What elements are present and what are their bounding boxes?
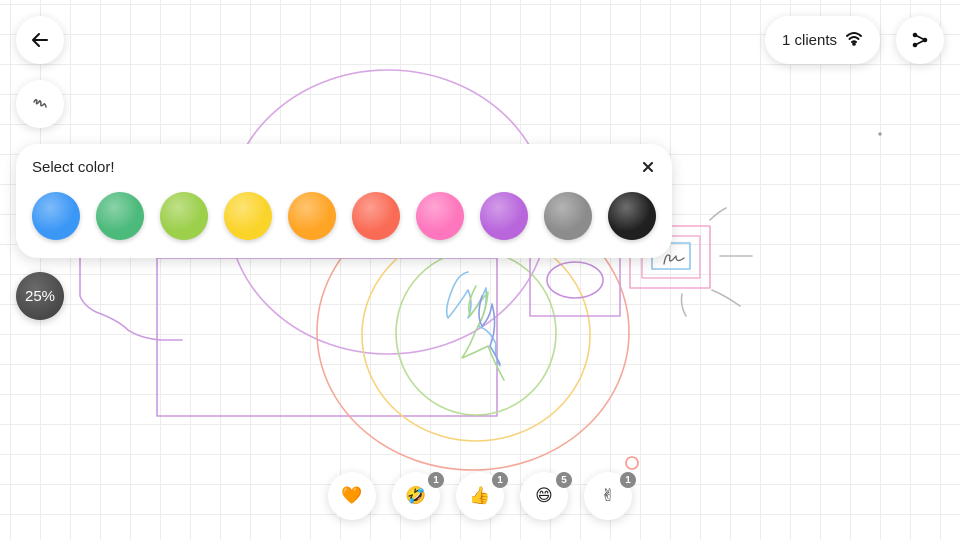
close-color-picker-button[interactable] <box>638 158 658 178</box>
zoom-level-button[interactable]: 25% <box>16 272 64 320</box>
sketch-gray-dot <box>878 132 882 136</box>
color-swatch-orange[interactable] <box>288 192 336 240</box>
connected-clients-indicator: 1 clients <box>765 16 880 64</box>
reaction-button[interactable]: ✌ 1 <box>584 472 636 520</box>
sketch-gray-rays <box>680 207 753 317</box>
sketch-red-dot <box>625 456 639 470</box>
color-swatch-lime[interactable] <box>160 192 208 240</box>
reaction-button[interactable]: 👍 1 <box>456 472 508 520</box>
scribble-pen-icon <box>31 95 49 113</box>
share-icon <box>911 31 929 49</box>
color-swatch-blue[interactable] <box>32 192 80 240</box>
heart-icon: 🧡 <box>341 486 363 506</box>
pen-tool-button[interactable] <box>16 80 64 128</box>
color-picker-panel: Select color! <box>16 144 672 258</box>
reactions-bar: 🧡 🤣 1 👍 1 😄 5 ✌ 1 <box>328 472 648 520</box>
victory-hand-icon: ✌ <box>600 486 616 506</box>
color-swatch-list <box>32 192 672 240</box>
color-swatch-yellow[interactable] <box>224 192 272 240</box>
color-swatch-purple[interactable] <box>480 192 528 240</box>
sketch-purple-ellipse <box>546 261 604 299</box>
wifi-icon <box>845 30 863 50</box>
reaction-count-badge: 1 <box>428 472 444 488</box>
reaction-count-badge: 5 <box>556 472 572 488</box>
drawing-canvas[interactable] <box>0 0 960 540</box>
color-swatch-green[interactable] <box>96 192 144 240</box>
rolling-laughing-icon: 🤣 <box>405 486 427 506</box>
zoom-level-label: 25% <box>24 287 56 305</box>
arrow-left-icon <box>30 30 50 50</box>
sketch-purple-stroke <box>79 257 183 341</box>
sketch-green-circle <box>395 250 557 416</box>
sketch-gray-scribble-small <box>663 254 685 265</box>
reaction-button[interactable]: 🧡 <box>328 472 376 520</box>
grinning-icon: 😄 <box>535 486 553 506</box>
clients-label: 1 clients <box>781 31 838 49</box>
color-swatch-gray[interactable] <box>544 192 592 240</box>
color-swatch-red[interactable] <box>352 192 400 240</box>
reaction-count-badge: 1 <box>492 472 508 488</box>
reaction-count-badge: 1 <box>620 472 636 488</box>
share-button[interactable] <box>896 16 944 64</box>
reaction-button[interactable]: 😄 5 <box>520 472 572 520</box>
close-icon <box>643 159 653 177</box>
reaction-button[interactable]: 🤣 1 <box>392 472 444 520</box>
thumbs-up-icon: 👍 <box>469 486 491 506</box>
back-button[interactable] <box>16 16 64 64</box>
color-swatch-black[interactable] <box>608 192 656 240</box>
color-swatch-pink[interactable] <box>416 192 464 240</box>
color-picker-title: Select color! <box>32 159 115 176</box>
